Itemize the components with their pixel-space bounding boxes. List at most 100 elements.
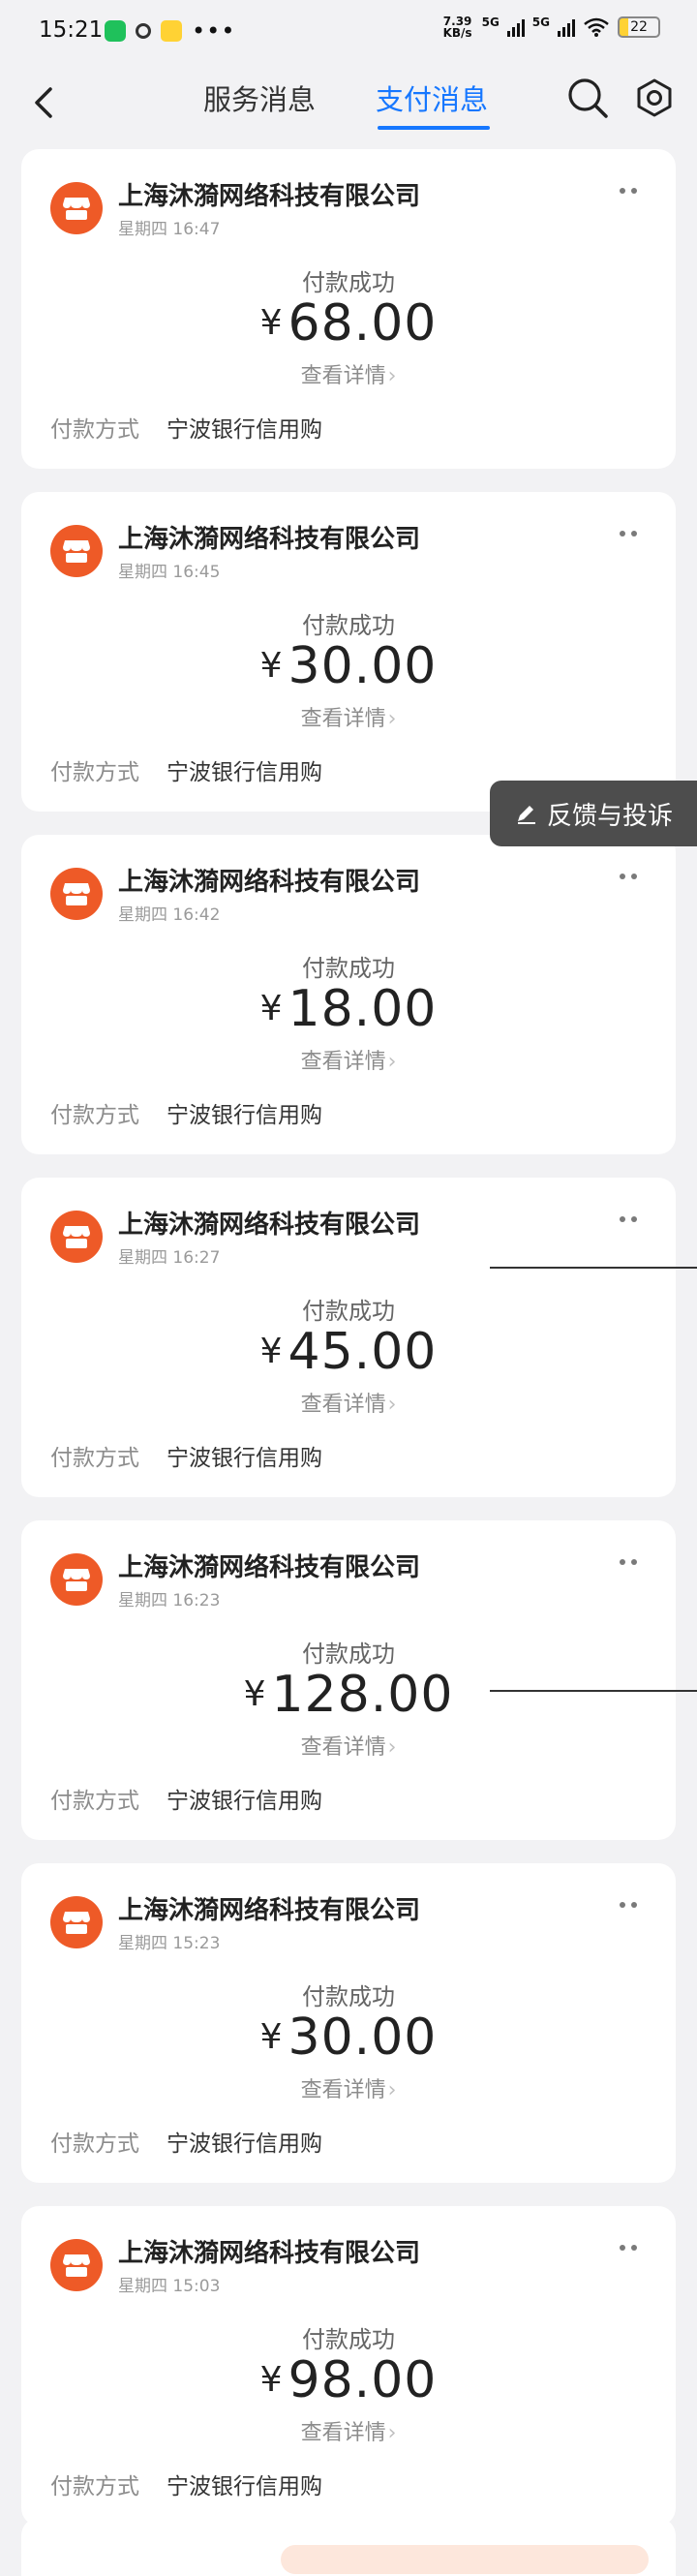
chevron-right-icon: › (387, 1735, 397, 1760)
tab-payment-messages[interactable]: 支付消息 (376, 76, 488, 124)
message-time: 星期四 16:42 (118, 905, 221, 925)
merchant-name: 上海沐漪网络科技有限公司 (118, 525, 421, 554)
amount-value: 45.00 (288, 1323, 438, 1381)
payment-message-card[interactable]: 上海沐漪网络科技有限公司 星期四 16:47 付款成功 ¥68.00 查看详情›… (21, 149, 676, 469)
payment-message-card[interactable]: 上海沐漪网络科技有限公司 星期四 15:23 付款成功 ¥30.00 查看详情›… (21, 1863, 676, 2183)
feedback-button[interactable]: 反馈与投诉 (490, 781, 697, 846)
payment-amount: ¥128.00 (21, 1666, 676, 1724)
notification-icons: ••• (105, 19, 235, 43)
status-right: 7.39 KB/s 5G 5G 22 (441, 15, 660, 39)
tab-service-messages[interactable]: 服务消息 (203, 76, 316, 124)
currency-symbol: ¥ (259, 989, 283, 1028)
merchant-logo (50, 1211, 103, 1263)
payment-status: 付款成功 (302, 1641, 395, 1668)
payment-message-card[interactable]: 上海沐漪网络科技有限公司 星期四 16:45 付款成功 ¥30.00 查看详情›… (21, 492, 676, 812)
search-icon[interactable] (565, 76, 610, 120)
more-options-icon[interactable] (620, 1902, 637, 1908)
more-notifications-icon: ••• (192, 17, 236, 45)
merchant-name: 上海沐漪网络科技有限公司 (118, 2239, 421, 2268)
payment-status: 付款成功 (302, 1983, 395, 2010)
sync-icon (136, 23, 151, 39)
merchant-logo (50, 525, 103, 577)
payment-amount: ¥30.00 (21, 2009, 676, 2067)
message-time: 星期四 16:45 (118, 563, 221, 582)
store-icon (63, 2254, 90, 2277)
payment-method-label: 付款方式 (50, 1446, 139, 1471)
more-options-icon[interactable] (620, 1559, 637, 1565)
store-icon (63, 198, 90, 220)
message-time: 星期四 15:03 (118, 2277, 221, 2296)
merchant-logo (50, 2239, 103, 2291)
more-options-icon[interactable] (620, 2245, 637, 2251)
payment-message-card[interactable]: 上海沐漪网络科技有限公司 星期四 16:23 付款成功 ¥128.00 查看详情… (21, 1520, 676, 1840)
amount-value: 128.00 (271, 1666, 454, 1724)
message-time: 星期四 16:23 (118, 1591, 221, 1610)
merchant-name: 上海沐漪网络科技有限公司 (118, 1896, 421, 1925)
payment-amount: ¥98.00 (21, 2351, 676, 2409)
payment-status: 付款成功 (302, 269, 395, 296)
payment-status: 付款成功 (302, 955, 395, 982)
edit-icon (517, 806, 535, 824)
store-icon (63, 540, 90, 563)
view-details-link[interactable]: 查看详情› (21, 2072, 676, 2103)
store-icon (63, 883, 90, 905)
currency-symbol: ¥ (259, 2017, 283, 2057)
chevron-right-icon: › (387, 364, 397, 388)
payment-method-label: 付款方式 (50, 760, 139, 785)
chevron-right-icon: › (387, 707, 397, 731)
payment-message-card[interactable]: 上海沐漪网络科技有限公司 星期四 15:03 付款成功 ¥98.00 查看详情›… (21, 2206, 676, 2526)
message-time: 星期四 16:27 (118, 1248, 221, 1268)
payment-method-value: 宁波银行信用购 (167, 760, 322, 785)
chevron-right-icon: › (387, 1393, 397, 1417)
view-details-link[interactable]: 查看详情› (21, 1730, 676, 1761)
payment-method-label: 付款方式 (50, 2474, 139, 2499)
payment-message-card[interactable]: 上海沐漪网络科技有限公司 星期四 16:42 付款成功 ¥18.00 查看详情›… (21, 835, 676, 1154)
currency-symbol: ¥ (259, 2360, 283, 2400)
gear-icon[interactable] (633, 77, 676, 119)
payment-method-label: 付款方式 (50, 1789, 139, 1814)
merchant-name: 上海沐漪网络科技有限公司 (118, 1553, 421, 1582)
amount-value: 30.00 (288, 2009, 438, 2067)
more-options-icon[interactable] (620, 531, 637, 537)
currency-symbol: ¥ (243, 1674, 266, 1714)
payment-method-value: 宁波银行信用购 (167, 1103, 322, 1128)
merchant-name: 上海沐漪网络科技有限公司 (118, 1211, 421, 1240)
chevron-right-icon: › (387, 2421, 397, 2445)
payment-status: 付款成功 (302, 2326, 395, 2353)
merchant-logo (50, 868, 103, 920)
payment-message-card[interactable]: 上海沐漪网络科技有限公司 星期四 16:27 付款成功 ¥45.00 查看详情›… (21, 1178, 676, 1497)
app-notification-icon (161, 20, 182, 42)
active-tab-indicator (378, 126, 490, 130)
store-icon (63, 1226, 90, 1248)
payment-method-label: 付款方式 (50, 1103, 139, 1128)
payment-method-value: 宁波银行信用购 (167, 2131, 322, 2157)
view-details-link[interactable]: 查看详情› (21, 358, 676, 389)
nav-bar: 服务消息 支付消息 (0, 60, 697, 149)
more-options-icon[interactable] (620, 188, 637, 194)
wifi-icon (584, 17, 609, 37)
more-options-icon[interactable] (620, 874, 637, 879)
view-details-link[interactable]: 查看详情› (21, 1387, 676, 1418)
payment-amount: ¥30.00 (21, 637, 676, 695)
payment-method-value: 宁波银行信用购 (167, 417, 322, 443)
signal-icon-2 (558, 17, 575, 37)
message-time: 星期四 15:23 (118, 1934, 221, 1953)
more-options-icon[interactable] (620, 1216, 637, 1222)
signal-icon (506, 17, 525, 37)
view-details-link[interactable]: 查看详情› (21, 701, 676, 732)
view-details-link[interactable]: 查看详情› (21, 1044, 676, 1075)
network-type-1: 5G (481, 15, 500, 29)
back-arrow-icon[interactable] (25, 81, 64, 124)
amount-value: 98.00 (288, 2351, 438, 2409)
payment-amount: ¥68.00 (21, 294, 676, 353)
payment-method-label: 付款方式 (50, 2131, 139, 2157)
merchant-name: 上海沐漪网络科技有限公司 (118, 182, 421, 211)
merchant-name: 上海沐漪网络科技有限公司 (118, 868, 421, 897)
chevron-right-icon: › (387, 1050, 397, 1074)
annotation-line (490, 1690, 697, 1692)
currency-symbol: ¥ (259, 646, 283, 686)
currency-symbol: ¥ (259, 303, 283, 343)
amount-value: 30.00 (288, 637, 438, 695)
amount-value: 18.00 (288, 980, 438, 1038)
view-details-link[interactable]: 查看详情› (21, 2415, 676, 2446)
